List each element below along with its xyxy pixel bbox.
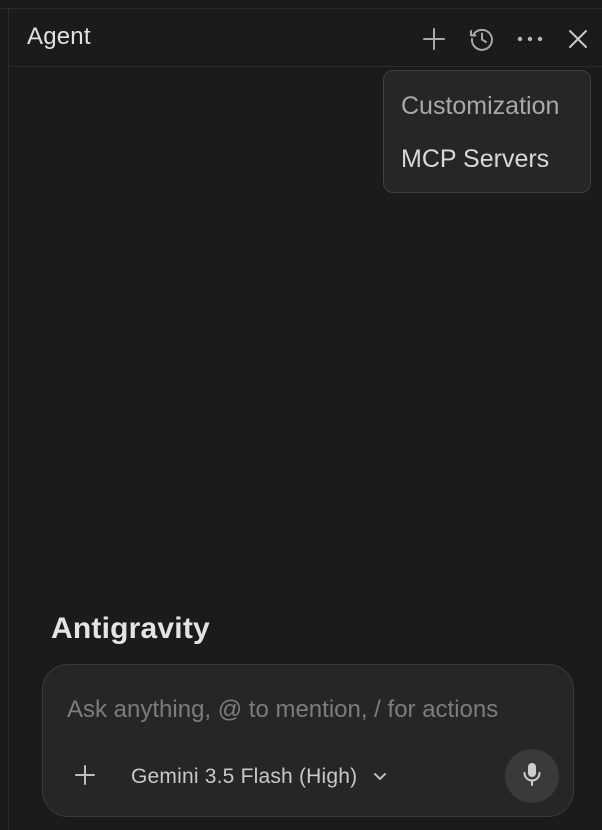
panel-header: Agent: [10, 10, 602, 67]
menu-item-mcp-servers[interactable]: MCP Servers: [384, 142, 590, 195]
history-icon: [468, 25, 496, 53]
history-button[interactable]: [458, 15, 506, 63]
microphone-icon: [522, 761, 542, 792]
model-selector[interactable]: Gemini 3.5 Flash (High): [131, 759, 387, 795]
ellipsis-icon: [517, 35, 543, 43]
chevron-down-icon: [373, 772, 387, 782]
close-button[interactable]: [554, 15, 602, 63]
model-label: Gemini 3.5 Flash (High): [131, 765, 358, 788]
agent-panel: Agent Customization MCP Servers Antigrav…: [0, 0, 602, 830]
panel-title: Agent: [27, 23, 91, 50]
options-dropdown-menu: Customization MCP Servers: [383, 70, 591, 193]
plus-icon: [74, 764, 96, 791]
plus-icon: [422, 27, 446, 51]
more-options-button[interactable]: [506, 15, 554, 63]
brand-title: Antigravity: [51, 612, 210, 645]
menu-item-customization[interactable]: Customization: [384, 89, 590, 142]
chat-input[interactable]: [67, 691, 543, 729]
add-context-button[interactable]: [65, 757, 105, 797]
chat-composer: Gemini 3.5 Flash (High): [42, 664, 574, 817]
new-chat-button[interactable]: [410, 15, 458, 63]
close-icon: [567, 28, 589, 50]
left-gutter: [0, 9, 9, 830]
microphone-button[interactable]: [505, 749, 559, 803]
top-strip: [0, 0, 602, 9]
header-actions: [410, 10, 602, 67]
